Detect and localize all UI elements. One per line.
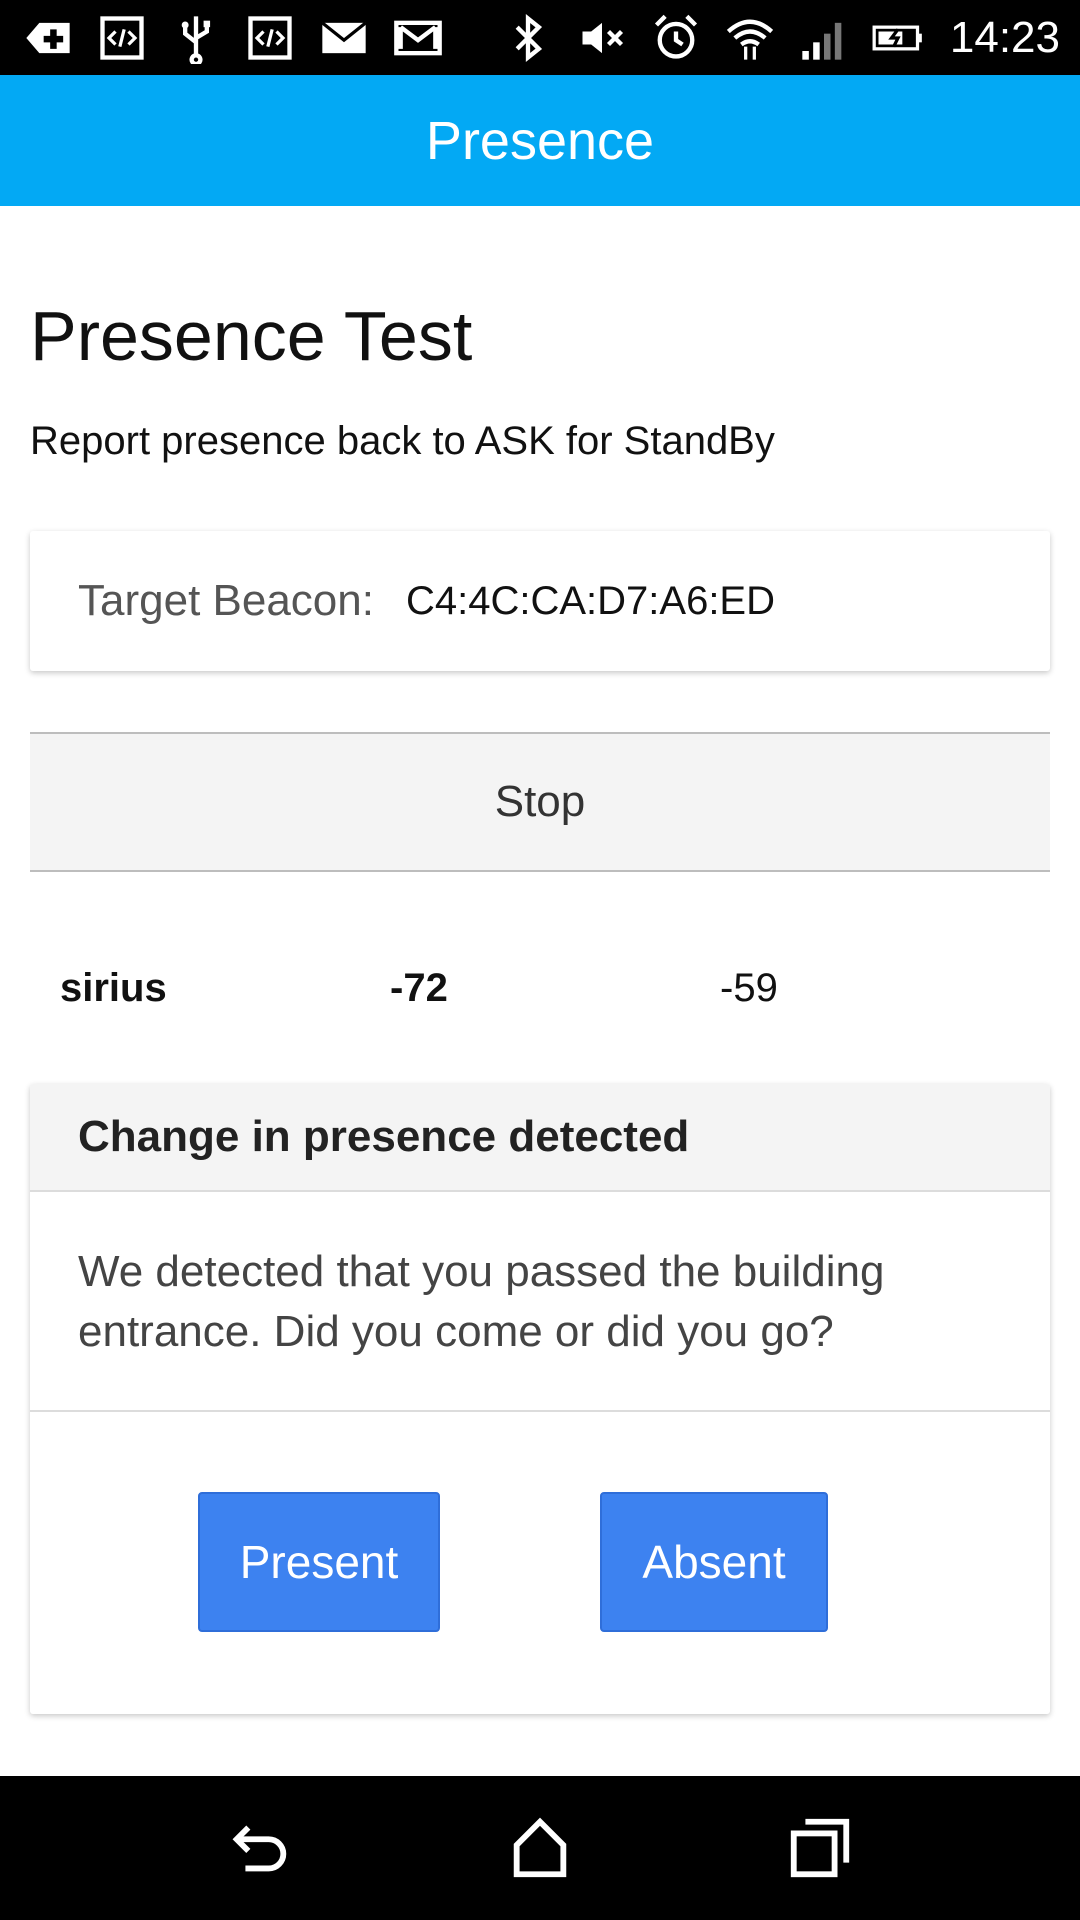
battery-charging-icon xyxy=(870,10,926,66)
beacon-card: Target Beacon: C4:4C:CA:D7:A6:ED xyxy=(30,531,1050,671)
usb-icon xyxy=(168,10,224,66)
present-button[interactable]: Present xyxy=(198,1492,440,1632)
system-icons: 14:23 xyxy=(500,10,1060,66)
code-icon xyxy=(94,10,150,66)
app-title: Presence xyxy=(425,110,655,171)
page-subtitle: Report presence back to ASK for StandBy xyxy=(30,419,775,463)
back-icon[interactable] xyxy=(215,1803,305,1893)
beacon-rssi: -72 xyxy=(390,966,448,1010)
status-bar: 14:23 xyxy=(0,0,1080,75)
dialog-actions: Present Absent xyxy=(30,1412,1050,1712)
beacon-label: Target Beacon: xyxy=(78,576,374,625)
alarm-icon xyxy=(648,10,704,66)
dialog-header: Change in presence detected xyxy=(30,1084,1050,1192)
beacon-reference-rssi: -59 xyxy=(720,966,778,1010)
bluetooth-icon xyxy=(500,10,556,66)
app-bar: Presence xyxy=(0,75,1080,206)
beacon-value: C4:4C:CA:D7:A6:ED xyxy=(405,578,775,623)
recents-icon[interactable] xyxy=(775,1803,865,1893)
wifi-icon xyxy=(722,10,778,66)
page-title: Presence Test xyxy=(30,297,473,375)
beacon-reading-row: sirius -72 -59 xyxy=(30,936,1050,1046)
navigation-bar xyxy=(0,1776,1080,1920)
code-icon xyxy=(242,10,298,66)
muted-icon xyxy=(574,10,630,66)
status-time: 14:23 xyxy=(949,12,1060,62)
mail-icon xyxy=(316,10,372,66)
beacon-name: sirius xyxy=(60,966,167,1010)
dialog-message: We detected that you passed the building… xyxy=(30,1192,1050,1412)
notification-icons xyxy=(20,10,446,66)
stop-button[interactable]: Stop xyxy=(30,732,1050,872)
absent-button[interactable]: Absent xyxy=(600,1492,828,1632)
gmail-icon xyxy=(390,10,446,66)
home-icon[interactable] xyxy=(495,1803,585,1893)
dialog-title: Change in presence detected xyxy=(78,1112,690,1161)
add-icon xyxy=(20,10,76,66)
presence-dialog: Change in presence detected We detected … xyxy=(30,1084,1050,1714)
signal-icon xyxy=(796,10,852,66)
